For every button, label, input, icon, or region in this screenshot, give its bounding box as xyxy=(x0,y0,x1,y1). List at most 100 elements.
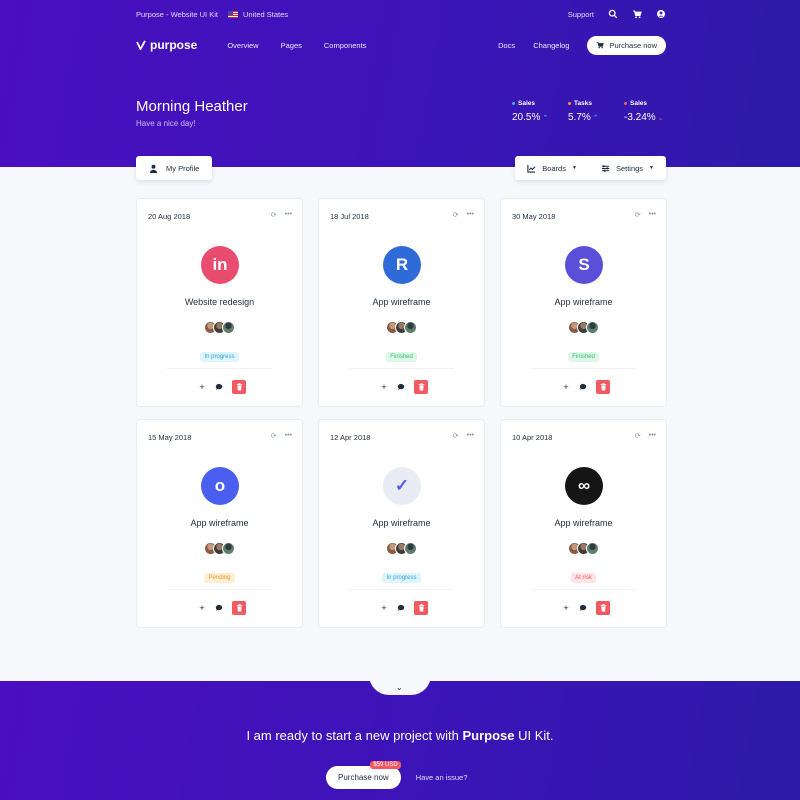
add-icon[interactable]: + xyxy=(562,604,570,613)
more-options-icon[interactable]: ••• xyxy=(649,211,656,219)
project-logo-icon: ∞ xyxy=(565,467,603,505)
refresh-icon[interactable]: ⟳ xyxy=(635,211,641,219)
cta-purchase-button[interactable]: Purchase now $59 USD xyxy=(326,761,401,789)
refresh-icon[interactable]: ⟳ xyxy=(271,432,277,440)
view-controls: Boards ▼ Settings ▼ xyxy=(515,156,666,180)
page-title: Morning Heather xyxy=(136,98,248,115)
team-avatars xyxy=(568,321,599,334)
add-icon[interactable]: + xyxy=(198,604,206,613)
refresh-icon[interactable]: ⟳ xyxy=(453,211,459,219)
comment-icon[interactable] xyxy=(397,383,405,391)
delete-button[interactable] xyxy=(414,380,428,394)
caret-down-icon: ▼ xyxy=(649,165,654,171)
purchase-now-button[interactable]: Purchase now xyxy=(587,35,666,55)
stat-value: 20.5% ⌃ xyxy=(512,112,554,123)
add-icon[interactable]: + xyxy=(562,383,570,392)
sliders-icon xyxy=(601,164,610,172)
trash-icon xyxy=(236,604,242,612)
more-options-icon[interactable]: ••• xyxy=(285,432,292,440)
refresh-icon[interactable]: ⟳ xyxy=(635,432,641,440)
chevron-down-icon[interactable]: ⌄ xyxy=(396,683,403,692)
cta-heading: I am ready to start a new project with P… xyxy=(0,728,800,743)
avatar[interactable] xyxy=(222,321,235,334)
project-card[interactable]: 18 Jul 2018 ⟳ ••• R App wireframe Finished + xyxy=(318,198,485,407)
nav-link-docs[interactable]: Docs xyxy=(498,41,515,50)
support-link[interactable]: Support xyxy=(568,10,594,19)
delete-button[interactable] xyxy=(414,601,428,615)
project-card[interactable]: 12 Apr 2018 ⟳ ••• ✓ App wireframe In progress… xyxy=(318,419,485,628)
project-cards-grid: 20 Aug 2018 ⟳ ••• in Website redesign In prog… xyxy=(136,198,667,628)
more-options-icon[interactable]: ••• xyxy=(467,432,474,440)
card-title[interactable]: App wireframe xyxy=(501,297,666,307)
refresh-icon[interactable]: ⟳ xyxy=(271,211,277,219)
status-badge: Finished xyxy=(568,352,599,362)
comment-icon[interactable] xyxy=(215,604,223,612)
brand-logo[interactable]: purpose xyxy=(136,38,197,52)
user-icon[interactable] xyxy=(656,9,666,19)
stat-0: Sales 20.5% ⌃ xyxy=(512,100,554,123)
stat-value-text: 20.5% xyxy=(512,112,541,123)
my-profile-label: My Profile xyxy=(166,163,200,173)
settings-label: Settings xyxy=(615,163,644,173)
delete-button[interactable] xyxy=(232,380,246,394)
cart-icon[interactable] xyxy=(632,9,642,19)
boards-dropdown[interactable]: Boards ▼ xyxy=(515,164,589,173)
avatar[interactable] xyxy=(586,542,599,555)
country-selector[interactable]: United States xyxy=(227,10,288,19)
comment-icon[interactable] xyxy=(215,383,223,391)
divider xyxy=(167,589,272,590)
team-avatars xyxy=(568,542,599,555)
card-title[interactable]: Website redesign xyxy=(137,297,302,307)
card-title[interactable]: App wireframe xyxy=(319,518,484,528)
delete-button[interactable] xyxy=(232,601,246,615)
user-icon xyxy=(149,164,158,173)
comment-icon[interactable] xyxy=(397,604,405,612)
nav-link-changelog[interactable]: Changelog xyxy=(533,41,569,50)
stat-value-text: -3.24% xyxy=(624,112,656,123)
settings-dropdown[interactable]: Settings ▼ xyxy=(589,164,666,173)
avatar[interactable] xyxy=(586,321,599,334)
avatar[interactable] xyxy=(404,321,417,334)
project-card[interactable]: 15 May 2018 ⟳ ••• o App wireframe Pending + xyxy=(136,419,303,628)
stat-label: Sales xyxy=(512,100,554,107)
refresh-icon[interactable]: ⟳ xyxy=(453,432,459,440)
nav-link-overview[interactable]: Overview xyxy=(227,41,258,50)
nav-link-components[interactable]: Components xyxy=(324,41,367,50)
card-title[interactable]: App wireframe xyxy=(319,297,484,307)
status-dot-icon xyxy=(512,102,515,105)
logo-mark: S xyxy=(578,255,590,274)
stat-label-text: Sales xyxy=(518,100,535,107)
project-card[interactable]: 20 Aug 2018 ⟳ ••• in Website redesign In prog… xyxy=(136,198,303,407)
divider xyxy=(349,589,454,590)
more-options-icon[interactable]: ••• xyxy=(467,211,474,219)
team-avatars xyxy=(204,542,235,555)
comment-icon[interactable] xyxy=(579,604,587,612)
card-title[interactable]: App wireframe xyxy=(501,518,666,528)
my-profile-button[interactable]: My Profile xyxy=(136,156,213,180)
add-icon[interactable]: + xyxy=(380,604,388,613)
comment-icon[interactable] xyxy=(579,383,587,391)
status-badge: In progress xyxy=(382,573,421,583)
project-logo-icon: S xyxy=(565,246,603,284)
delete-button[interactable] xyxy=(596,380,610,394)
avatar[interactable] xyxy=(404,542,417,555)
logo-mark: ✓ xyxy=(394,476,410,495)
project-logo-icon: R xyxy=(383,246,421,284)
stat-label: Tasks xyxy=(568,100,610,107)
team-avatars xyxy=(386,542,417,555)
nav-link-pages[interactable]: Pages xyxy=(281,41,302,50)
kit-label[interactable]: Purpose - Website UI Kit xyxy=(136,10,218,19)
purchase-now-label: Purchase now xyxy=(609,40,657,50)
issue-link[interactable]: Have an issue? xyxy=(416,773,468,782)
project-card[interactable]: 10 Apr 2018 ⟳ ••• ∞ App wireframe At risk + xyxy=(500,419,667,628)
more-options-icon[interactable]: ••• xyxy=(285,211,292,219)
more-options-icon[interactable]: ••• xyxy=(649,432,656,440)
project-card[interactable]: 30 May 2018 ⟳ ••• S App wireframe Finished + xyxy=(500,198,667,407)
add-icon[interactable]: + xyxy=(198,383,206,392)
add-icon[interactable]: + xyxy=(380,383,388,392)
delete-button[interactable] xyxy=(596,601,610,615)
search-icon[interactable] xyxy=(608,9,618,19)
avatar[interactable] xyxy=(222,542,235,555)
card-title[interactable]: App wireframe xyxy=(137,518,302,528)
stat-value: 5.7% ⌃ xyxy=(568,112,610,123)
